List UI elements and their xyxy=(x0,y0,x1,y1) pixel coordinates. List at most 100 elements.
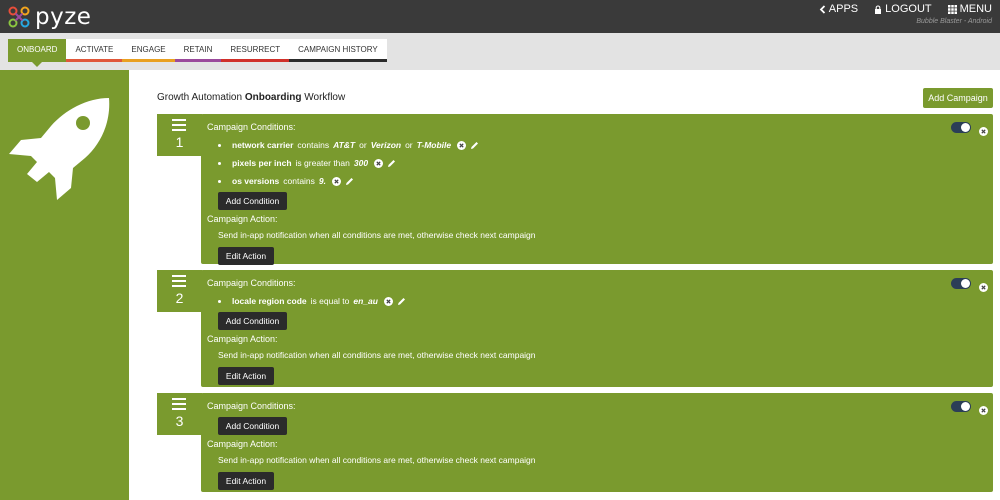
condition-joiner: or xyxy=(405,140,413,150)
remove-condition-icon[interactable] xyxy=(383,296,393,306)
condition-value: Verizon xyxy=(370,140,402,150)
chevron-left-icon xyxy=(819,4,826,14)
condition-value: en_au xyxy=(353,296,378,306)
condition-operator: is greater than xyxy=(295,158,350,168)
conditions-label: Campaign Conditions: xyxy=(207,401,296,411)
toggle-knob xyxy=(961,123,970,132)
condition-field: locale region code xyxy=(232,296,307,306)
bullet xyxy=(218,299,221,303)
campaign-number: 3 xyxy=(175,413,184,429)
conditions-label: Campaign Conditions: xyxy=(207,278,296,288)
condition-operator: is equal to xyxy=(310,296,350,306)
rocket-icon xyxy=(9,98,110,200)
add-condition-button[interactable]: Add Condition xyxy=(218,417,287,435)
edit-condition-icon[interactable] xyxy=(397,297,406,306)
top-bar: pyze APPS LOGOUT MENU Bubble Blaster - A… xyxy=(0,0,1000,33)
condition-value: T-Mobile xyxy=(416,140,452,150)
menu-link[interactable]: MENU xyxy=(947,3,992,15)
left-panel xyxy=(0,70,129,500)
edit-action-button[interactable]: Edit Action xyxy=(218,472,274,490)
edit-condition-icon[interactable] xyxy=(345,177,354,186)
delete-campaign-icon[interactable] xyxy=(979,279,988,292)
condition-field: network carrier xyxy=(232,140,294,150)
campaign-card: 2 Campaign Conditions: locale region code i… xyxy=(157,270,993,387)
tab-retain[interactable]: RETAIN xyxy=(174,39,222,62)
campaign-toggle[interactable] xyxy=(951,122,971,133)
logout-label: LOGOUT xyxy=(885,3,932,15)
apps-link[interactable]: APPS xyxy=(819,3,858,15)
campaign-number: 1 xyxy=(175,134,184,150)
edit-action-button[interactable]: Edit Action xyxy=(218,367,274,385)
remove-condition-icon[interactable] xyxy=(374,158,384,168)
condition-list: network carrier contains AT&T or Verizon or T-… xyxy=(218,136,481,190)
bullet xyxy=(218,179,221,183)
tab-resurrect[interactable]: RESURRECT xyxy=(221,39,290,62)
action-description: Send in-app notification when all condit… xyxy=(218,230,536,240)
condition-item: locale region code is equal to en_au xyxy=(218,292,408,310)
action-label: Campaign Action: xyxy=(207,214,278,224)
condition-joiner: or xyxy=(359,140,367,150)
title-bold: Onboarding xyxy=(244,92,302,103)
action-label: Campaign Action: xyxy=(207,439,278,449)
condition-field: os versions xyxy=(232,176,280,186)
add-condition-button[interactable]: Add Condition xyxy=(218,312,287,330)
condition-item: os versions contains 9. xyxy=(218,172,481,190)
condition-item: pixels per inch is greater than 300 xyxy=(218,154,481,172)
condition-operator: contains xyxy=(297,140,330,150)
top-nav: APPS LOGOUT MENU xyxy=(803,3,992,15)
delete-campaign-icon[interactable] xyxy=(979,123,988,136)
remove-condition-icon[interactable] xyxy=(332,176,342,186)
tab-onboard[interactable]: ONBOARD xyxy=(8,39,67,67)
campaign-toggle[interactable] xyxy=(951,401,971,412)
hamburger-icon[interactable] xyxy=(172,398,186,410)
edit-action-button[interactable]: Edit Action xyxy=(218,247,274,265)
toggle-knob xyxy=(961,279,970,288)
toggle-knob xyxy=(961,402,970,411)
campaign-handle[interactable]: 1 xyxy=(157,114,202,156)
campaign-card: 1 Campaign Conditions: network carrier cont… xyxy=(157,114,993,265)
hamburger-icon[interactable] xyxy=(172,275,186,287)
logout-link[interactable]: LOGOUT xyxy=(874,3,932,15)
condition-list: locale region code is equal to en_au xyxy=(218,292,408,310)
condition-value: 9. xyxy=(318,176,327,186)
edit-condition-icon[interactable] xyxy=(470,141,479,150)
page-title: Growth Automation Onboarding Workflow xyxy=(157,92,345,103)
title-suffix: Workflow xyxy=(304,92,346,103)
apps-label: APPS xyxy=(828,3,859,15)
menu-label: MENU xyxy=(959,3,992,15)
lock-icon xyxy=(874,4,882,14)
edit-condition-icon[interactable] xyxy=(387,159,396,168)
campaign-handle[interactable]: 2 xyxy=(157,270,202,312)
action-description: Send in-app notification when all condit… xyxy=(218,455,536,465)
campaign-card: 3 Campaign Conditions: Add Condition Campai… xyxy=(157,393,993,492)
logo[interactable]: pyze xyxy=(7,5,91,29)
tab-engage[interactable]: ENGAGE xyxy=(122,39,175,62)
tab-campaign-history[interactable]: CAMPAIGN HISTORY xyxy=(289,39,387,62)
grid-icon xyxy=(947,4,957,14)
tab-activate[interactable]: ACTIVATE xyxy=(66,39,123,62)
condition-item: network carrier contains AT&T or Verizon or T-… xyxy=(218,136,481,154)
delete-campaign-icon[interactable] xyxy=(979,402,988,415)
app-subtitle: Bubble Blaster - Android xyxy=(916,18,992,25)
bullet xyxy=(218,143,221,147)
tabs-bar: ONBOARD ACTIVATE ENGAGE RETAIN RESURRECT CAMP… xyxy=(0,33,1000,70)
logo-text: pyze xyxy=(35,4,92,30)
campaign-number: 2 xyxy=(175,290,184,306)
condition-operator: contains xyxy=(283,176,315,186)
condition-value: AT&T xyxy=(333,140,356,150)
conditions-label: Campaign Conditions: xyxy=(207,122,296,132)
campaign-handle[interactable]: 3 xyxy=(157,393,202,435)
add-campaign-button[interactable]: Add Campaign xyxy=(923,88,993,108)
title-prefix: Growth Automation xyxy=(157,92,243,103)
tabs: ONBOARD ACTIVATE ENGAGE RETAIN RESURRECT CAMP… xyxy=(8,39,387,67)
pyze-logo-icon xyxy=(8,6,30,28)
add-condition-button[interactable]: Add Condition xyxy=(218,192,287,210)
remove-condition-icon[interactable] xyxy=(457,140,467,150)
condition-value: 300 xyxy=(353,158,369,168)
action-label: Campaign Action: xyxy=(207,334,278,344)
condition-field: pixels per inch xyxy=(232,158,292,168)
hamburger-icon[interactable] xyxy=(172,119,186,131)
campaign-toggle[interactable] xyxy=(951,278,971,289)
bullet xyxy=(218,161,221,165)
action-description: Send in-app notification when all condit… xyxy=(218,350,536,360)
